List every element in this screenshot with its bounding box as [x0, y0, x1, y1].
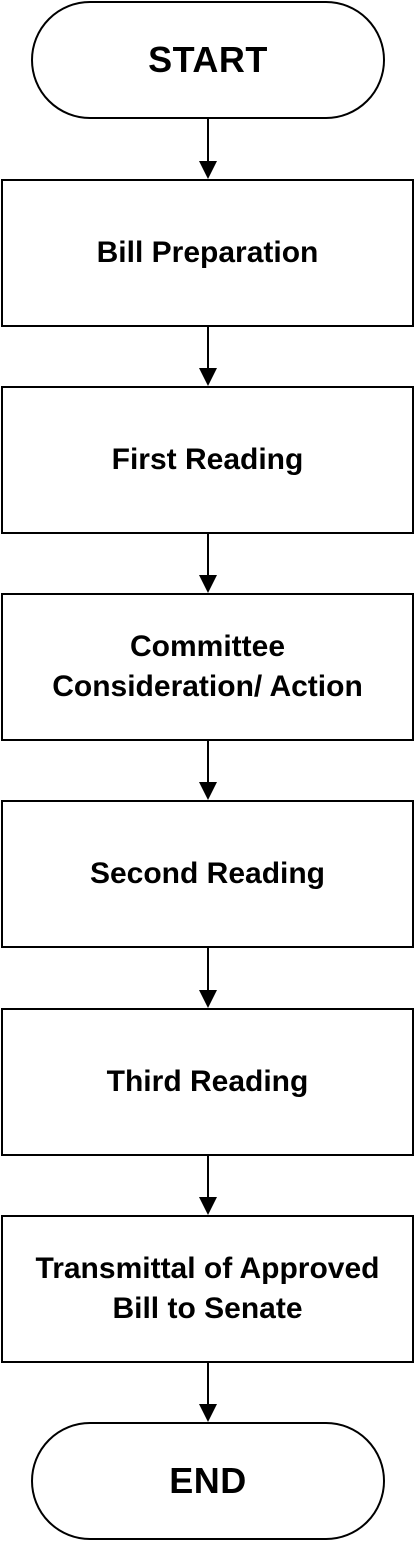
arrowhead [199, 1404, 217, 1422]
connector-arrow [199, 1363, 217, 1422]
connector-arrow [199, 1156, 217, 1215]
connector-arrow [199, 534, 217, 593]
connector-arrow [199, 119, 217, 179]
connector-arrow [199, 741, 217, 800]
arrowhead [199, 1197, 217, 1215]
step-bill-preparation: Bill Preparation [1, 179, 414, 327]
step-first-reading: First Reading [1, 386, 414, 534]
arrowhead [199, 575, 217, 593]
arrowhead [199, 990, 217, 1008]
arrowhead [199, 368, 217, 386]
arrowhead [199, 161, 217, 179]
flowchart: START Bill Preparation First Reading Com… [0, 0, 419, 1542]
connector-arrow [199, 948, 217, 1008]
step-second-reading: Second Reading [1, 800, 414, 948]
arrowhead [199, 782, 217, 800]
connector-arrow [199, 327, 217, 386]
step-transmittal-to-senate: Transmittal of Approved Bill to Senate [1, 1215, 414, 1363]
step-committee-consideration: Committee Consideration/ Action [1, 593, 414, 741]
step-third-reading: Third Reading [1, 1008, 414, 1156]
start-terminal: START [31, 1, 385, 119]
end-terminal: END [31, 1422, 385, 1540]
